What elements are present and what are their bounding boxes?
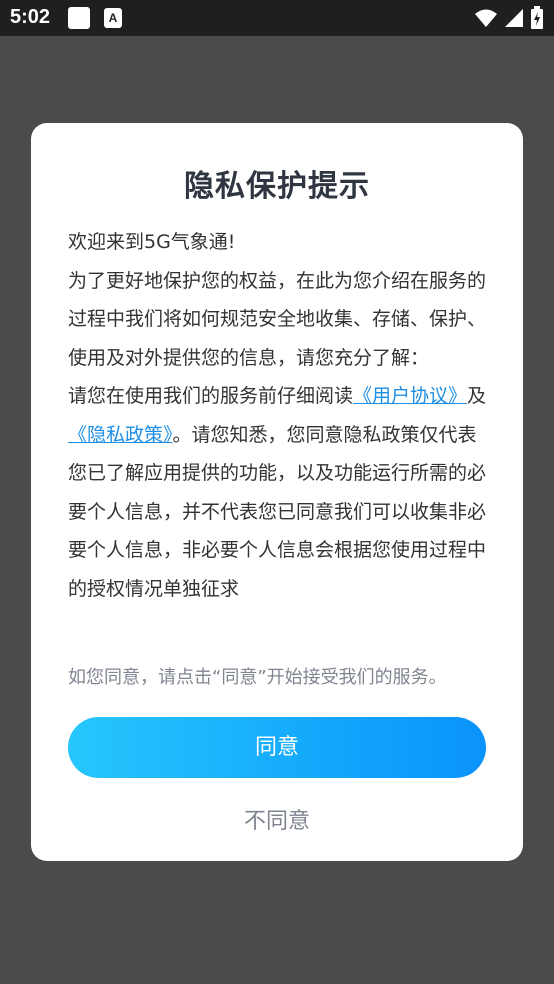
policy-prefix-text: 请您在使用我们的服务前仔细阅读 — [68, 385, 354, 407]
and-text: 及 — [467, 385, 487, 407]
wifi-icon — [474, 9, 497, 27]
user-agreement-link[interactable]: 《用户协议》 — [353, 385, 467, 407]
policy-suffix-text: 。请您知悉，您同意隐私政策仅代表您已了解应用提供的功能，以及功能运行所需的必要个… — [68, 423, 487, 600]
status-icons — [474, 6, 544, 30]
consent-note: 如您同意，请点击“同意”开始接受我们的服务。 — [68, 667, 447, 688]
keyboard-a-icon: A — [104, 8, 122, 28]
policy-paragraph: 请您在使用我们的服务前仔细阅读《用户协议》及《隐私政策》。请您知悉，您同意隐私政… — [68, 377, 488, 608]
welcome-text: 欢迎来到5G气象通! — [68, 231, 236, 253]
signal-icon — [504, 9, 523, 27]
notification-square-icon — [68, 7, 90, 29]
agree-button[interactable]: 同意 — [68, 717, 486, 778]
status-bar: 5:02 A — [0, 0, 554, 36]
dialog-content[interactable]: 欢迎来到5G气象通! 为了更好地保护您的权益，在此为您介绍在服务的过程中我们将如… — [68, 223, 488, 608]
disagree-button[interactable]: 不同意 — [31, 803, 523, 835]
privacy-policy-link[interactable]: 《隐私政策》 — [68, 424, 173, 446]
dialog-title: 隐私保护提示 — [184, 169, 370, 204]
privacy-dialog: 隐私保护提示 欢迎来到5G气象通! 为了更好地保护您的权益，在此为您介绍在服务的… — [31, 123, 523, 861]
privacy-intro-text: 为了更好地保护您的权益，在此为您介绍在服务的过程中我们将如何规范安全地收集、存储… — [68, 269, 487, 369]
status-time: 5:02 — [10, 6, 51, 28]
battery-icon — [531, 6, 543, 29]
